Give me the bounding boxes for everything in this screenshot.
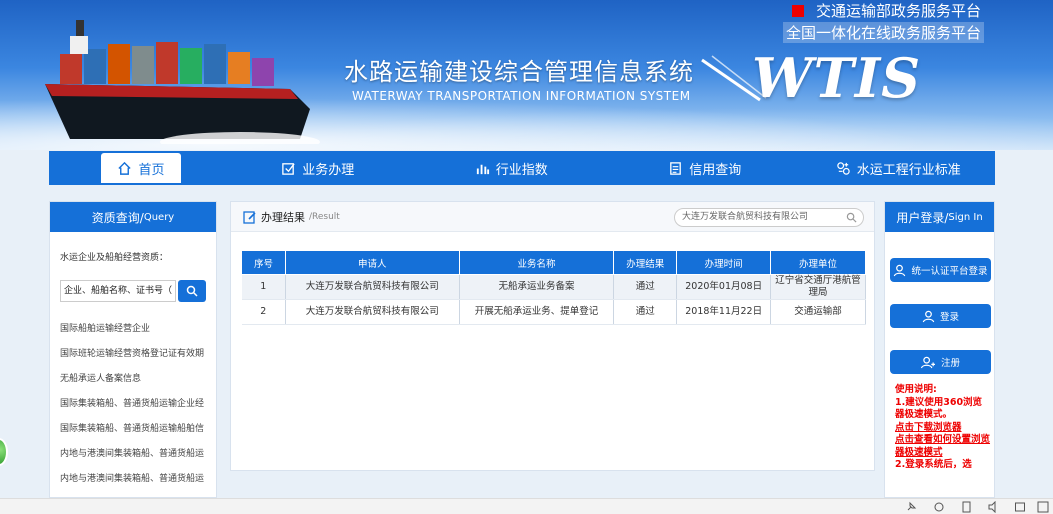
qualification-query-panel: 资质查询/Query 水运企业及船舶经营资质： 企业、船舶名称、证书号（ 国际船… xyxy=(49,201,217,498)
edit-icon xyxy=(243,210,256,224)
search-icon xyxy=(186,285,198,297)
column-header: 办理时间 xyxy=(676,250,772,275)
cell-unit: 交通运输部 xyxy=(770,299,866,325)
cell-business: 无船承运业务备案 xyxy=(459,274,615,300)
table-row[interactable]: 2 大连万发联合航贸科技有限公司 开展无船承运业务、提单登记 通过 2018年1… xyxy=(241,299,866,325)
nav-index[interactable]: 行业指数 xyxy=(415,151,609,185)
gov-service-link[interactable]: 交通运输部政务服务平台 xyxy=(792,0,981,21)
user-icon xyxy=(894,264,906,276)
query-link[interactable]: 国际集装箱船、普通货船运输企业经 xyxy=(60,392,208,417)
nav-business[interactable]: 业务办理 xyxy=(221,151,415,185)
nav-credit[interactable]: 信用查询 xyxy=(608,151,802,185)
nav-home[interactable]: 首页 xyxy=(101,153,181,183)
cell-index: 2 xyxy=(241,299,286,325)
wtis-logo: WTIS xyxy=(752,46,922,110)
result-panel: 办理结果 /Result 大连万发联合航贸科技有限公司 序号 申请人 业务名称 … xyxy=(230,201,875,471)
cell-result: 通过 xyxy=(613,274,678,300)
login-panel: 用户登录/Sign In 统一认证平台登录 登录 注册 使用说明: 1.建议使用… xyxy=(884,201,995,498)
cell-index: 1 xyxy=(241,274,286,300)
settings-icon xyxy=(837,161,850,175)
usage-notes: 使用说明: 1.建议使用360浏览器极速模式。 点击下载浏览器 点击查看如何设置… xyxy=(895,384,991,470)
system-subtitle: WATERWAY TRANSPORTATION INFORMATION SYST… xyxy=(352,89,691,103)
download-browser-link[interactable]: 点击下载浏览器 xyxy=(895,422,990,435)
query-link[interactable]: 国际班轮运输经营资格登记证有效期 xyxy=(60,342,208,367)
column-header: 序号 xyxy=(241,250,286,275)
table-header-row: 序号 申请人 业务名称 办理结果 办理时间 办理单位 xyxy=(241,250,866,275)
search-input[interactable]: 企业、船舶名称、证书号（ xyxy=(60,280,176,302)
search-icon xyxy=(846,212,857,223)
result-search-input[interactable]: 大连万发联合航贸科技有限公司 xyxy=(674,208,864,227)
pin-icon[interactable] xyxy=(905,501,917,513)
login-button[interactable]: 登录 xyxy=(890,304,991,328)
register-button[interactable]: 注册 xyxy=(890,350,991,374)
cargo-ship-illustration xyxy=(45,20,320,144)
query-link[interactable]: 内地与港澳间集装箱船、普通货船运 xyxy=(60,442,208,467)
browser-status-bar xyxy=(0,498,1053,514)
cell-applicant: 大连万发联合航贸科技有限公司 xyxy=(285,274,460,300)
speaker-icon[interactable] xyxy=(987,501,999,513)
query-link[interactable]: 内地与港澳间集装箱船、普通货船运 xyxy=(60,467,208,492)
refresh-icon[interactable] xyxy=(933,501,945,513)
cell-applicant: 大连万发联合航贸科技有限公司 xyxy=(285,299,460,325)
red-square-icon xyxy=(792,5,804,17)
panel-title: 用户登录/Sign In xyxy=(885,202,994,232)
column-header: 业务名称 xyxy=(458,250,615,275)
query-link[interactable]: 无船承运人备案信息 xyxy=(60,367,208,392)
user-icon xyxy=(922,310,935,322)
unified-login-button[interactable]: 统一认证平台登录 xyxy=(890,258,991,282)
search-button[interactable] xyxy=(178,280,206,302)
document-icon xyxy=(670,161,682,175)
cell-business: 开展无船承运业务、提单登记 xyxy=(459,299,615,325)
bar-chart-icon xyxy=(476,164,489,174)
main-nav: 首页 业务办理 行业指数 信用查询 水运工程行业标准 xyxy=(49,151,995,185)
column-header: 办理单位 xyxy=(770,250,866,275)
query-link-list: 国际船舶运输经营企业 国际班轮运输经营资格登记证有效期 无船承运人备案信息 国际… xyxy=(60,317,208,492)
grid-icon[interactable] xyxy=(1037,501,1049,513)
window-icon[interactable] xyxy=(1014,501,1026,513)
cell-date: 2018年11月22日 xyxy=(676,299,772,325)
cell-unit: 辽宁省交通厅港航管理局 xyxy=(770,274,866,300)
table-row[interactable]: 1 大连万发联合航贸科技有限公司 无船承运业务备案 通过 2020年01月08日… xyxy=(241,274,866,300)
panel-title: 资质查询/Query xyxy=(50,202,216,232)
cell-result: 通过 xyxy=(613,299,678,325)
browser-mode-help-link[interactable]: 点击查看如何设置浏览器极速模式 xyxy=(895,434,990,459)
nav-standards[interactable]: 水运工程行业标准 xyxy=(802,151,996,185)
result-table: 序号 申请人 业务名称 办理结果 办理时间 办理单位 1 大连万发联合航贸科技有… xyxy=(241,250,866,325)
add-user-icon xyxy=(920,356,935,368)
floating-assistant-icon[interactable] xyxy=(0,438,8,466)
check-square-icon xyxy=(282,162,295,175)
query-link[interactable]: 国际集装箱船、普通货船运输船舶信 xyxy=(60,417,208,442)
national-service-link[interactable]: 全国一体化在线政务服务平台 xyxy=(783,22,985,43)
cell-date: 2020年01月08日 xyxy=(676,274,772,300)
system-title: 水路运输建设综合管理信息系统 xyxy=(344,58,694,86)
query-intro: 水运企业及船舶经营资质： xyxy=(60,253,169,263)
column-header: 办理结果 xyxy=(613,250,678,275)
query-link[interactable]: 国际船舶运输经营企业 xyxy=(60,317,208,342)
home-icon xyxy=(118,161,132,175)
header-banner: 水路运输建设综合管理信息系统 WATERWAY TRANSPORTATION I… xyxy=(0,0,1053,150)
document-icon[interactable] xyxy=(960,501,972,513)
column-header: 申请人 xyxy=(284,250,460,275)
result-header: 办理结果 /Result 大连万发联合航贸科技有限公司 xyxy=(231,202,874,232)
